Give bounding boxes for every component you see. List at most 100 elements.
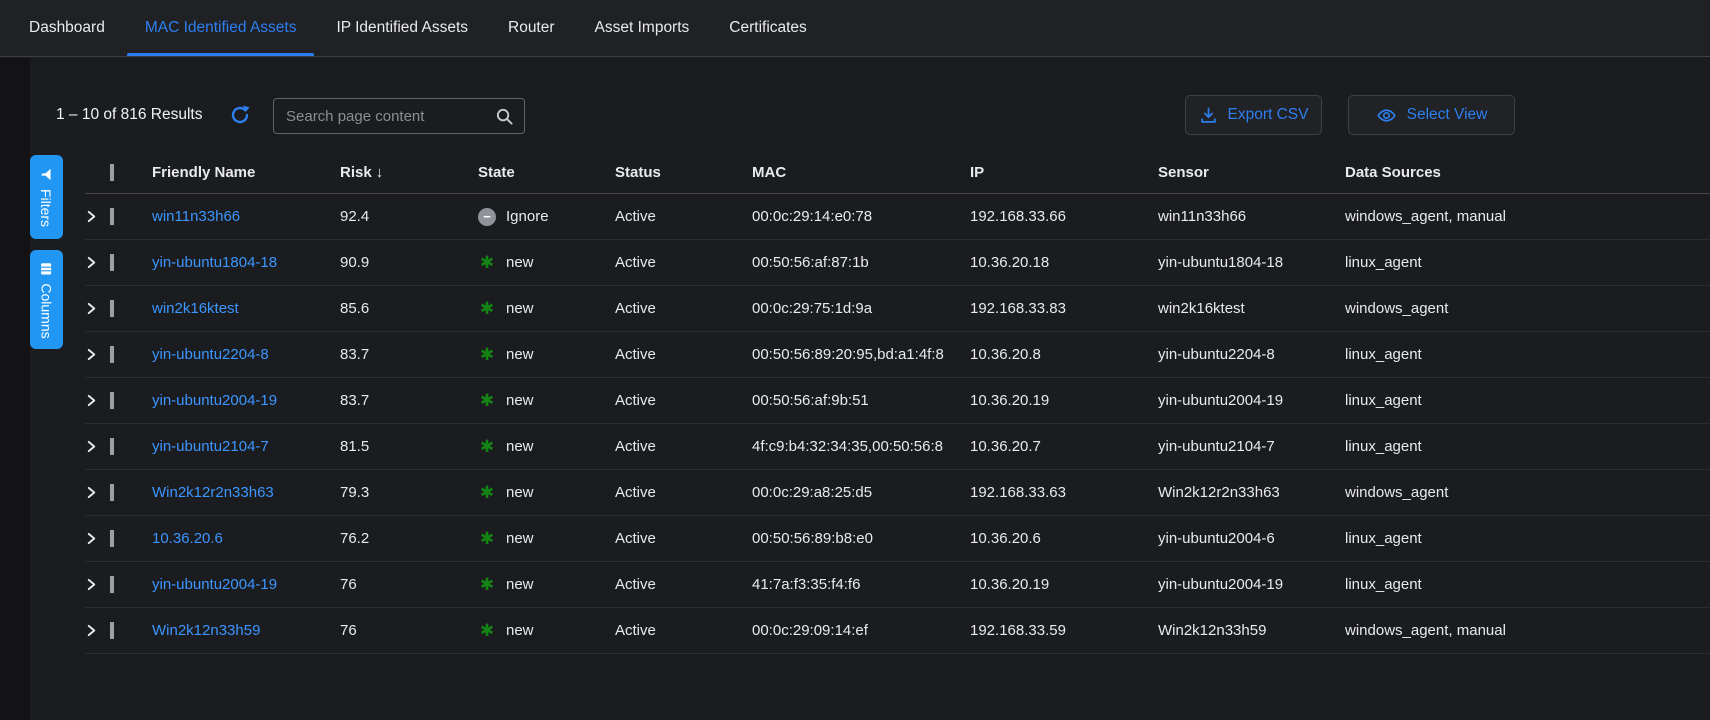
table-row: 10.36.20.6 76.2 ✱ new Active 00:50:56:89… [85,516,1710,562]
tab-ip-identified-assets[interactable]: IP Identified Assets [318,0,486,56]
header-friendly-name[interactable]: Friendly Name [152,164,340,181]
friendly-name-link[interactable]: yin-ubuntu1804-18 [152,254,277,271]
columns-button[interactable]: Columns [30,250,63,349]
tab-label: Router [508,19,555,37]
data-sources-value: linux_agent [1345,576,1710,593]
friendly-name-link[interactable]: Win2k12r2n33h63 [152,484,274,501]
mac-value: 00:0c:29:a8:25:d5 [752,484,970,501]
tab-asset-imports[interactable]: Asset Imports [577,0,708,56]
sensor-value: yin-ubuntu2004-19 [1158,392,1345,409]
header-risk[interactable]: Risk↓ [340,164,478,181]
expand-row-button[interactable] [85,532,110,545]
select-view-button[interactable]: Select View [1348,95,1515,135]
select-all-checkbox[interactable] [110,164,114,181]
tab-dashboard[interactable]: Dashboard [11,0,123,56]
row-checkbox[interactable] [110,484,114,501]
export-csv-button[interactable]: Export CSV [1185,95,1322,135]
row-checkbox[interactable] [110,392,114,409]
export-csv-label: Export CSV [1228,106,1309,124]
filter-funnel-icon [39,167,54,182]
expand-row-button[interactable] [85,624,110,637]
row-checkbox[interactable] [110,622,114,639]
state-label: new [506,254,534,271]
header-mac[interactable]: MAC [752,164,970,181]
tab-router[interactable]: Router [490,0,573,56]
friendly-name-link[interactable]: win2k16ktest [152,300,239,317]
mac-value: 00:50:56:af:87:1b [752,254,970,271]
filters-button[interactable]: Filters [30,155,63,239]
ip-value: 192.168.33.63 [970,484,1158,501]
header-state[interactable]: State [478,164,615,181]
expand-row-button[interactable] [85,256,110,269]
row-checkbox[interactable] [110,438,114,455]
download-icon [1199,106,1218,125]
risk-value: 76 [340,576,478,593]
table-row: yin-ubuntu2204-8 83.7 ✱ new Active 00:50… [85,332,1710,378]
expand-row-button[interactable] [85,210,110,223]
columns-label: Columns [39,283,55,338]
row-checkbox[interactable] [110,208,114,225]
state-label: new [506,300,534,317]
data-sources-value: linux_agent [1345,530,1710,547]
risk-value: 83.7 [340,392,478,409]
state-label: new [506,438,534,455]
state-label: new [506,392,534,409]
sensor-value: yin-ubuntu2204-8 [1158,346,1345,363]
data-sources-value: windows_agent, manual [1345,622,1710,639]
header-data-sources[interactable]: Data Sources [1345,164,1710,181]
ip-value: 192.168.33.83 [970,300,1158,317]
refresh-button[interactable] [228,103,252,127]
header-sensor[interactable]: Sensor [1158,164,1345,181]
state-label: new [506,622,534,639]
expand-row-button[interactable] [85,394,110,407]
state-new-icon: ✱ [478,254,496,272]
status-value: Active [615,346,752,363]
expand-row-button[interactable] [85,348,110,361]
ip-value: 10.36.20.19 [970,576,1158,593]
tab-mac-identified-assets[interactable]: MAC Identified Assets [127,0,315,56]
search-input[interactable] [284,107,487,126]
friendly-name-link[interactable]: win11n33h66 [152,208,240,225]
data-sources-value: linux_agent [1345,254,1710,271]
search-icon[interactable] [495,107,514,126]
expand-row-button[interactable] [85,440,110,453]
tab-certificates[interactable]: Certificates [711,0,825,56]
row-checkbox[interactable] [110,530,114,547]
expand-row-button[interactable] [85,486,110,499]
data-sources-value: windows_agent [1345,484,1710,501]
columns-icon [39,261,54,276]
expand-row-button[interactable] [85,578,110,591]
friendly-name-link[interactable]: yin-ubuntu2104-7 [152,438,269,455]
friendly-name-link[interactable]: yin-ubuntu2204-8 [152,346,269,363]
select-view-label: Select View [1407,106,1488,124]
expand-row-button[interactable] [85,302,110,315]
sensor-value: win2k16ktest [1158,300,1345,317]
header-ip[interactable]: IP [970,164,1158,181]
table-row: Win2k12r2n33h63 79.3 ✱ new Active 00:0c:… [85,470,1710,516]
mac-value: 00:0c:29:09:14:ef [752,622,970,639]
friendly-name-link[interactable]: 10.36.20.6 [152,530,223,547]
friendly-name-link[interactable]: yin-ubuntu2004-19 [152,392,277,409]
chevron-right-icon [85,486,98,499]
data-sources-value: linux_agent [1345,346,1710,363]
risk-value: 85.6 [340,300,478,317]
tab-label: Asset Imports [595,19,690,37]
left-gutter [0,58,30,720]
mac-value: 4f:c9:b4:32:34:35,00:50:56:8 [752,438,970,455]
tab-label: IP Identified Assets [336,19,468,37]
friendly-name-link[interactable]: Win2k12n33h59 [152,622,260,639]
risk-value: 76.2 [340,530,478,547]
row-checkbox[interactable] [110,300,114,317]
status-value: Active [615,622,752,639]
row-checkbox[interactable] [110,254,114,271]
sensor-value: win11n33h66 [1158,208,1345,225]
mac-value: 00:50:56:89:20:95,bd:a1:4f:8 [752,346,970,363]
header-status[interactable]: Status [615,164,752,181]
row-checkbox[interactable] [110,346,114,363]
ip-value: 10.36.20.6 [970,530,1158,547]
table-row: yin-ubuntu2004-19 76 ✱ new Active 41:7a:… [85,562,1710,608]
friendly-name-link[interactable]: yin-ubuntu2004-19 [152,576,277,593]
status-value: Active [615,576,752,593]
filters-label: Filters [39,189,55,227]
row-checkbox[interactable] [110,576,114,593]
